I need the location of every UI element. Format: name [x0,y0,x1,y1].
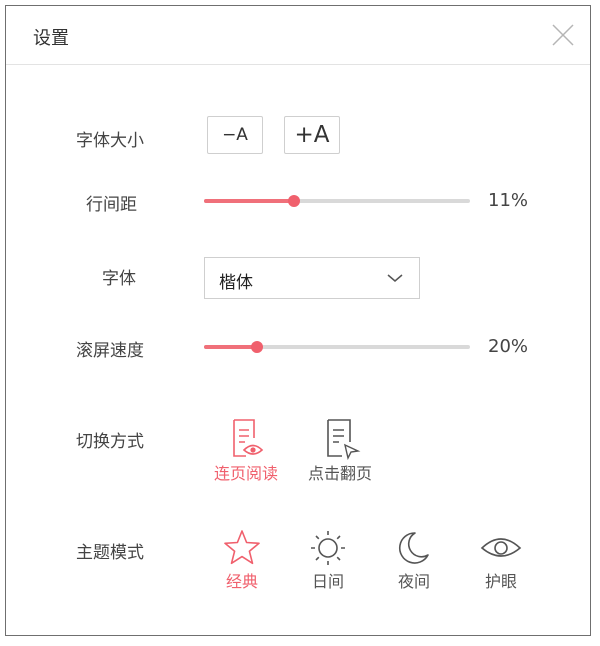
font-family-select[interactable]: 楷体 [204,257,420,299]
eye-icon [480,538,522,557]
theme-classic-label: 经典 [225,572,258,591]
scroll-speed-slider-handle[interactable] [251,341,263,353]
dialog-header: 设置 [6,6,590,65]
line-spacing-slider-fill [204,199,294,203]
increase-font-button[interactable]: +A [284,116,340,154]
decrease-font-label: −A [222,125,248,145]
line-spacing-label: 行间距 [86,195,137,215]
click-page-icon [327,419,361,460]
star-icon [224,530,260,565]
scroll-speed-slider-fill [204,345,257,349]
scroll-speed-value: 20% [488,336,529,357]
page-mode-click-option[interactable]: 点击翻页 [296,416,384,484]
continuous-page-icon [233,419,264,457]
dialog-title: 设置 [33,28,69,49]
theme-night-option[interactable]: 夜间 [384,528,444,592]
page-mode-click-label: 点击翻页 [307,464,372,483]
page-mode-continuous-label: 连页阅读 [213,464,278,483]
chevron-down-icon [387,274,403,282]
line-spacing-slider[interactable] [204,195,470,207]
theme-night-label: 夜间 [397,572,430,591]
line-spacing-value: 11% [488,190,529,211]
sun-icon [311,531,345,565]
page-mode-label: 切换方式 [76,432,144,452]
theme-eyecare-option[interactable]: 护眼 [468,528,534,592]
font-family-selected: 楷体 [219,273,253,293]
theme-label: 主题模式 [76,543,144,563]
page-mode-continuous-option[interactable]: 连页阅读 [202,416,290,484]
theme-classic-option[interactable]: 经典 [212,528,272,592]
scroll-speed-slider[interactable] [204,341,470,353]
font-size-label: 字体大小 [76,131,144,151]
theme-eyecare-label: 护眼 [484,572,517,591]
font-family-label: 字体 [102,269,136,289]
increase-font-label: +A [294,122,330,148]
moon-icon [399,532,429,564]
theme-day-option[interactable]: 日间 [298,528,358,592]
decrease-font-button[interactable]: −A [207,116,263,154]
theme-day-label: 日间 [311,572,344,591]
close-icon[interactable] [548,20,578,50]
scroll-speed-label: 滚屏速度 [76,341,144,361]
line-spacing-slider-handle[interactable] [288,195,300,207]
settings-dialog: 设置 字体大小 −A +A 行间距 11% 字体 楷体 滚屏速度 20% 切换方… [5,5,591,636]
